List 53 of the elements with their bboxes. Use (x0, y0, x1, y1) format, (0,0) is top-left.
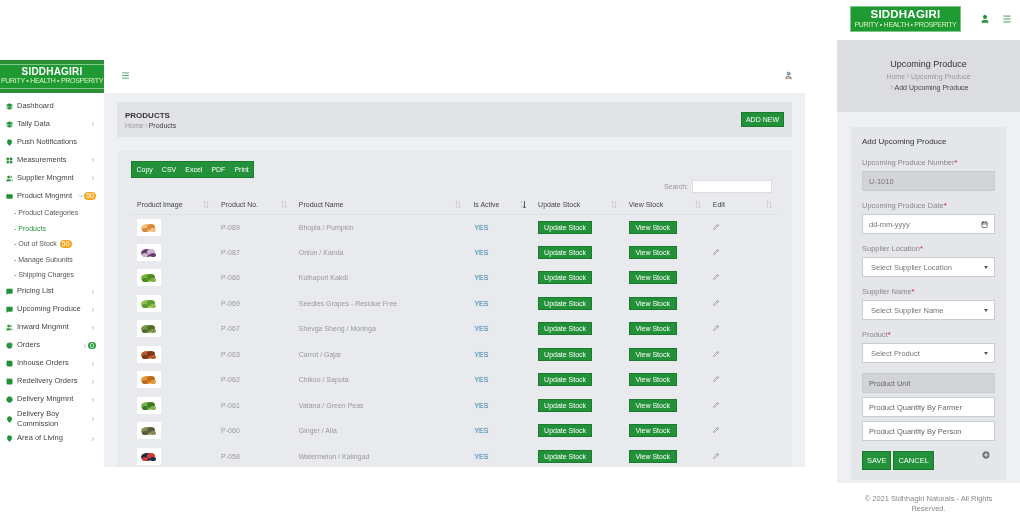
chevron-icon (78, 193, 85, 199)
calendar-icon[interactable] (981, 220, 988, 228)
search-field[interactable] (692, 180, 772, 193)
chat-icon (6, 306, 13, 313)
chevron-icon (90, 175, 96, 181)
layers-icon (6, 120, 13, 128)
caret-icon (984, 265, 988, 269)
menu-icon[interactable] (121, 70, 130, 80)
page-title: PRODUCTS (125, 110, 171, 120)
edit-icon[interactable] (712, 274, 719, 281)
chevron-icon (90, 324, 96, 331)
edit-icon[interactable] (712, 325, 719, 332)
edit-icon[interactable] (712, 376, 719, 383)
chevron-icon (90, 121, 96, 127)
chevron-icon (143, 122, 149, 128)
table-icon (6, 360, 13, 367)
chat-icon (6, 288, 13, 295)
edit-icon[interactable] (712, 452, 719, 459)
chevron-icon (905, 73, 912, 79)
page-title: Upcoming Produce (890, 59, 967, 69)
form-title: Add Upcoming Produce (862, 137, 948, 146)
table-icon (6, 378, 13, 385)
chevron-icon (90, 360, 96, 367)
chevron-icon (90, 288, 96, 295)
sort-icon[interactable] (520, 201, 527, 209)
chevron-icon (90, 157, 96, 163)
caret-icon (984, 351, 988, 355)
pin-icon (6, 415, 13, 423)
chevron-icon (90, 378, 96, 385)
card-icon (6, 192, 13, 200)
chevron-icon (888, 83, 895, 90)
edit-icon[interactable] (712, 223, 719, 230)
chevron-icon (90, 306, 96, 313)
pin-icon (6, 138, 13, 146)
caret-icon (984, 308, 988, 312)
layers-icon (6, 102, 13, 110)
grid-icon (6, 156, 13, 164)
edit-icon[interactable] (712, 299, 719, 306)
add-icon[interactable] (981, 449, 991, 460)
users-icon (6, 174, 13, 182)
edit-icon[interactable] (712, 427, 719, 434)
chevron-icon (90, 396, 96, 403)
chevron-icon (90, 435, 96, 442)
edit-icon[interactable] (712, 401, 719, 408)
chevron-icon (90, 416, 96, 422)
edit-icon[interactable] (712, 350, 719, 357)
user-icon[interactable] (980, 14, 990, 24)
menu-icon[interactable] (1002, 14, 1012, 24)
user-avatar-icon[interactable] (784, 70, 793, 80)
edit-icon[interactable] (712, 248, 719, 255)
users-icon (6, 324, 13, 331)
pin-icon (6, 435, 13, 442)
chevron-icon (82, 342, 89, 349)
